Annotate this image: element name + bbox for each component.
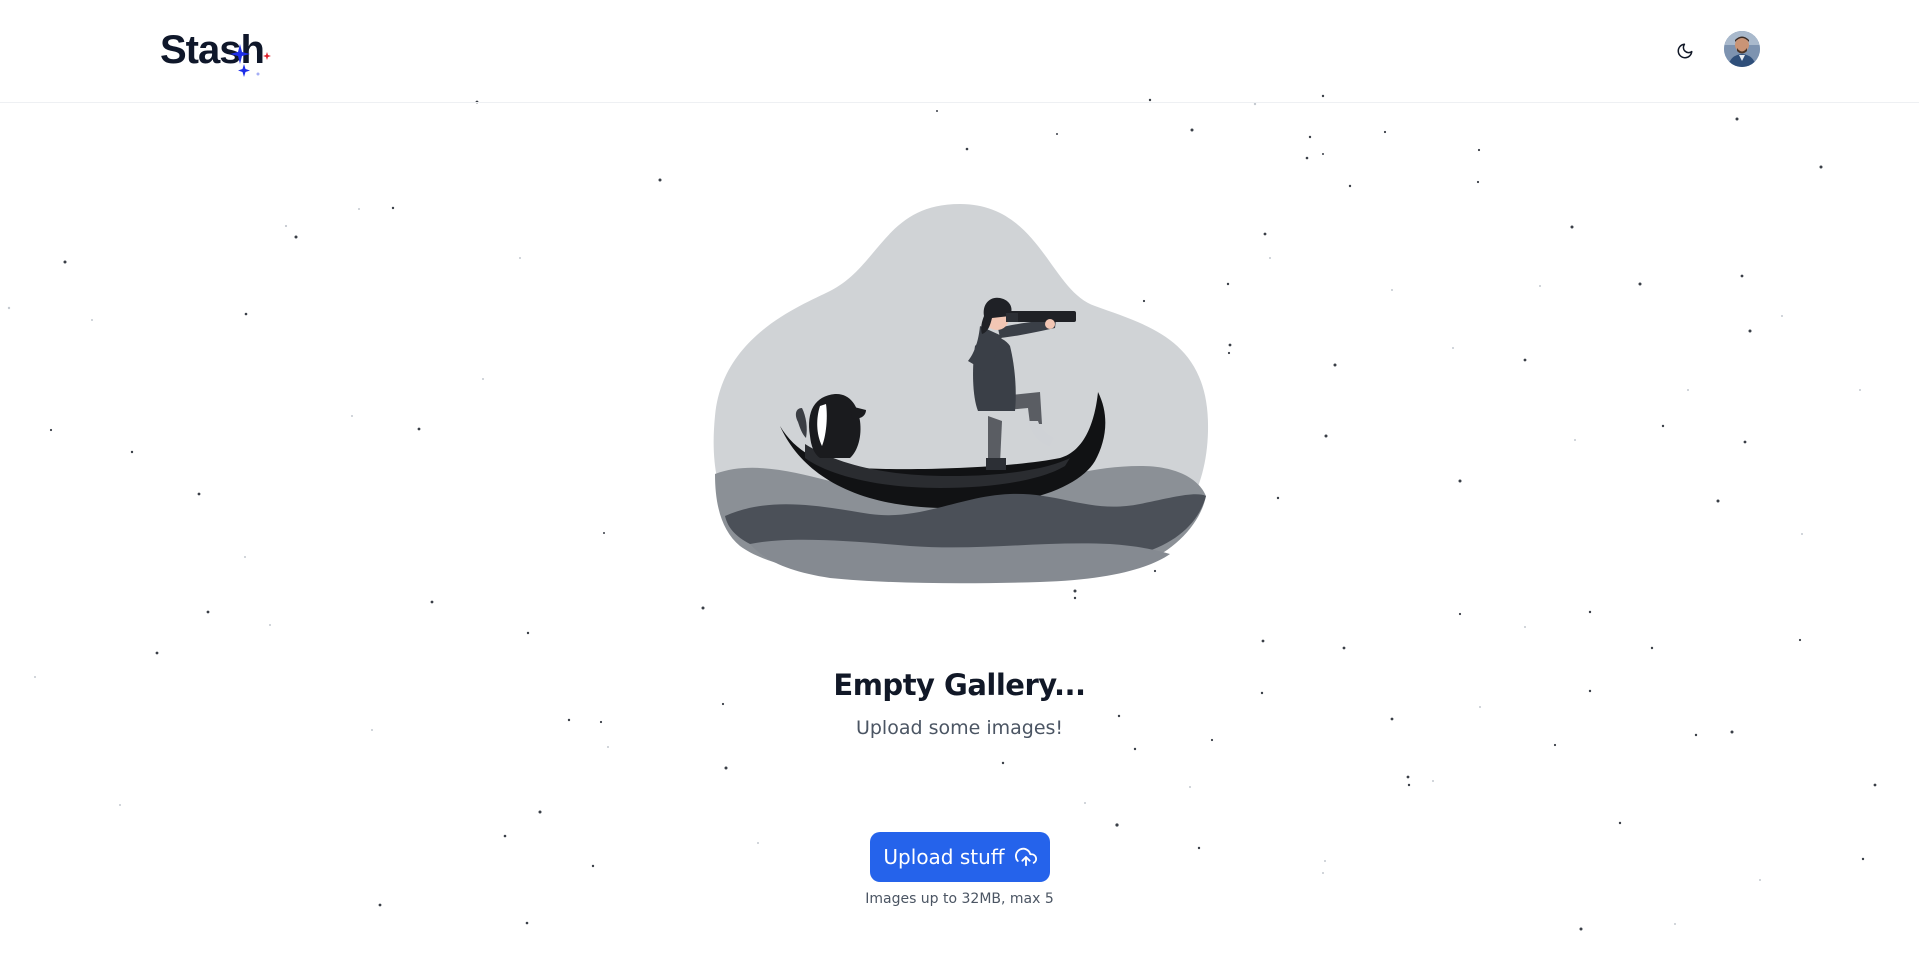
avatar-image	[1724, 31, 1760, 67]
empty-gallery-illustration	[713, 204, 1209, 584]
cloud-upload-icon	[1014, 846, 1037, 868]
stash-logo[interactable]: Stash	[160, 26, 271, 77]
empty-state-title: Empty Gallery...	[833, 668, 1086, 702]
theme-toggle-button[interactable]	[1670, 36, 1700, 66]
page: Stash Empty Gallery... Upload some image…	[0, 0, 1919, 967]
empty-state-subtitle: Upload some images!	[855, 717, 1064, 739]
upload-button-label: Upload stuff	[883, 845, 1005, 869]
upload-hint: Images up to 32MB, max 5	[865, 891, 1054, 907]
user-avatar[interactable]	[1724, 31, 1760, 67]
top-navbar: Stash	[0, 0, 1919, 103]
upload-button[interactable]: Upload stuff	[870, 832, 1050, 882]
moon-icon	[1677, 43, 1693, 59]
sparkle-icon	[230, 44, 271, 77]
